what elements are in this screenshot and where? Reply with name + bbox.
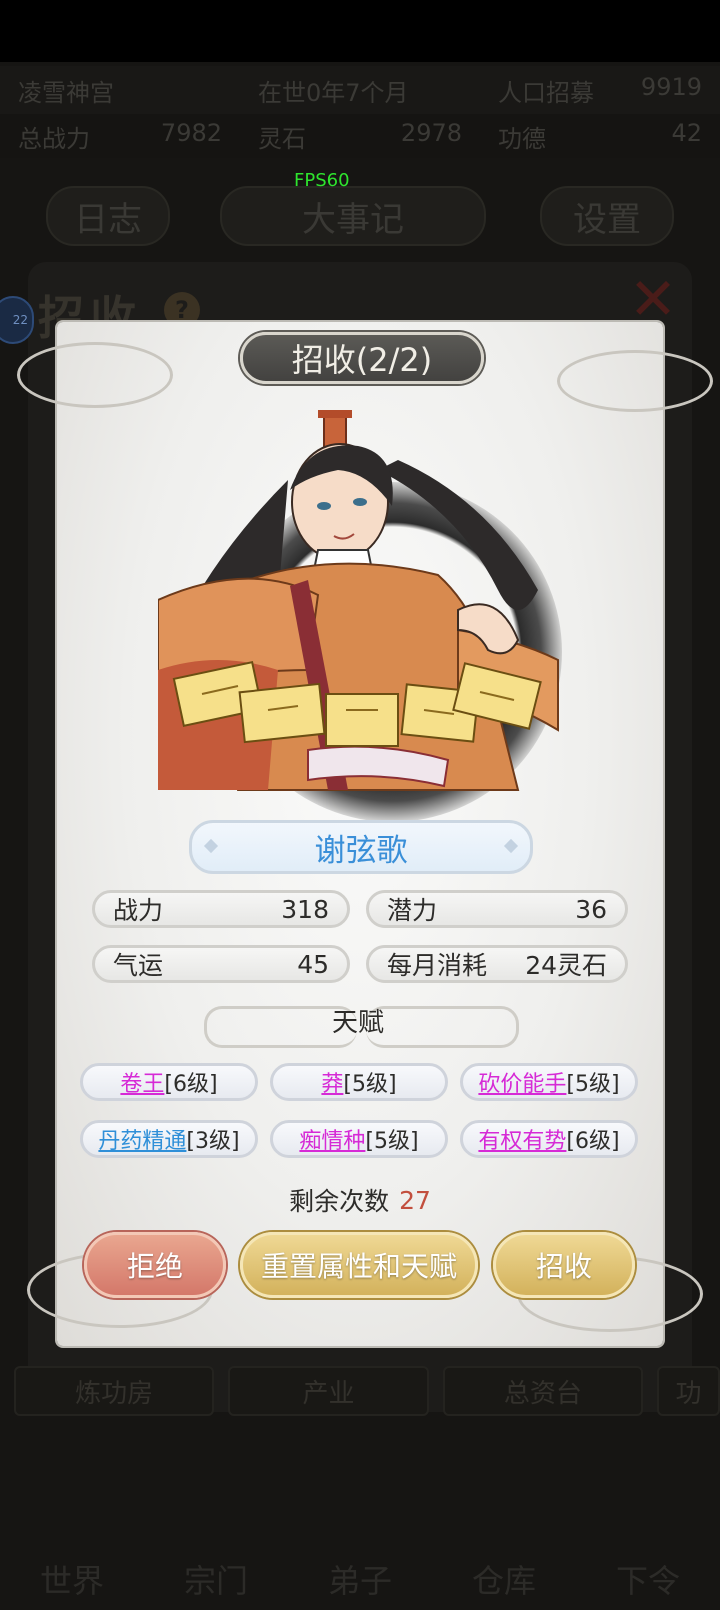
merit-label: 功德 [498, 124, 546, 153]
nav-world: 世界 [39, 1562, 104, 1600]
close-icon: ✕ [628, 265, 678, 333]
talent-item[interactable]: 痴情种 [5级] [270, 1120, 448, 1158]
stat-luck: 气运 45 [92, 945, 350, 983]
status-bar [0, 0, 720, 62]
talent-item[interactable]: 莽 [5级] [270, 1063, 448, 1101]
total-power-label: 总战力 [18, 124, 90, 153]
remaining-attempts: 剩余次数 27 [220, 1182, 500, 1218]
talent-item[interactable]: 丹药精通 [3级] [80, 1120, 258, 1158]
talent-level: [5级] [365, 1129, 419, 1154]
stat-value: 45 [297, 949, 329, 979]
cloud-decoration [17, 342, 173, 408]
remaining-count: 27 [399, 1185, 431, 1215]
character-portrait [158, 410, 562, 822]
sect-info-row: 凌雪神宫 在世0年7个月 人口招募 9919 [0, 66, 720, 115]
settings-button: 设置 [540, 186, 674, 246]
cloud-decoration [557, 350, 713, 412]
dialog-title: 招收(2/2) [240, 332, 484, 384]
stat-value: 318 [281, 894, 329, 924]
talent-item[interactable]: 砍价能手 [5级] [460, 1063, 638, 1101]
talent-name[interactable]: 丹药精通 [98, 1123, 186, 1155]
nav-disciples: 弟子 [327, 1562, 392, 1600]
sect-age: 在世0年7个月 [258, 78, 409, 107]
stat-value: 36 [575, 894, 607, 924]
talent-level: [3级] [186, 1129, 240, 1154]
resource-row: 总战力 7982 灵石 2978 功德 42 [0, 114, 720, 158]
nav-warehouse: 仓库 [471, 1562, 536, 1600]
population-label: 人口招募 [498, 78, 594, 107]
talent-level: [6级] [164, 1072, 218, 1097]
sect-name: 凌雪神宫 [18, 78, 114, 107]
stat-label: 潜力 [387, 896, 438, 925]
stat-value: 24灵石 [525, 951, 607, 980]
facility-tabs: 炼功房 产业 总资台 功 [14, 1366, 720, 1416]
character-illustration [158, 410, 559, 791]
talent-name[interactable]: 砍价能手 [478, 1066, 566, 1098]
tab-resources: 总资台 [442, 1366, 644, 1416]
talent-item[interactable]: 有权有势 [6级] [460, 1120, 638, 1158]
population-value: 9919 [640, 72, 702, 101]
stat-potential: 潜力 36 [366, 890, 628, 928]
tab-more: 功 [657, 1366, 720, 1416]
spirit-stone-value: 2978 [400, 118, 462, 147]
talent-name[interactable]: 有权有势 [478, 1123, 566, 1155]
talent-level: [5级] [566, 1072, 620, 1097]
remaining-label: 剩余次数 [289, 1187, 390, 1216]
talent-level: [6级] [566, 1129, 620, 1154]
stat-label: 气运 [113, 951, 164, 980]
stat-monthly-cost: 每月消耗 24灵石 [366, 945, 628, 983]
bottom-nav: 世界 宗门 弟子 仓库 下令 [0, 1450, 720, 1610]
chronicle-button: 大事记 [220, 186, 486, 246]
fps-counter: FPS60 [294, 170, 350, 191]
stat-label: 每月消耗 [387, 951, 488, 980]
character-name-text: 谢弦歌 [314, 832, 408, 869]
stat-combat-power: 战力 318 [92, 890, 350, 928]
talent-name[interactable]: 痴情种 [299, 1123, 365, 1155]
log-button: 日志 [46, 186, 170, 246]
talent-name[interactable]: 卷王 [120, 1066, 164, 1098]
tab-industry: 产业 [228, 1366, 429, 1416]
talent-name[interactable]: 莽 [321, 1066, 343, 1098]
nav-orders: 下令 [615, 1562, 680, 1600]
nav-sect: 宗门 [183, 1562, 248, 1600]
talent-item[interactable]: 卷王 [6级] [80, 1063, 258, 1101]
diamond-icon [203, 838, 219, 854]
diamond-icon [503, 838, 519, 854]
talent-level: [5级] [343, 1072, 397, 1097]
character-name: 谢弦歌 [189, 820, 533, 874]
recruit-button[interactable]: 招收 [493, 1232, 635, 1298]
spirit-stone-label: 灵石 [258, 124, 306, 153]
tab-training-room: 炼功房 [14, 1366, 215, 1416]
reject-button[interactable]: 拒绝 [84, 1232, 226, 1298]
reset-attributes-button[interactable]: 重置属性和天赋 [240, 1232, 478, 1298]
talent-header: 天赋 [331, 1007, 384, 1038]
stat-label: 战力 [113, 896, 164, 925]
total-power-value: 7982 [160, 118, 222, 147]
merit-value: 42 [671, 118, 702, 147]
